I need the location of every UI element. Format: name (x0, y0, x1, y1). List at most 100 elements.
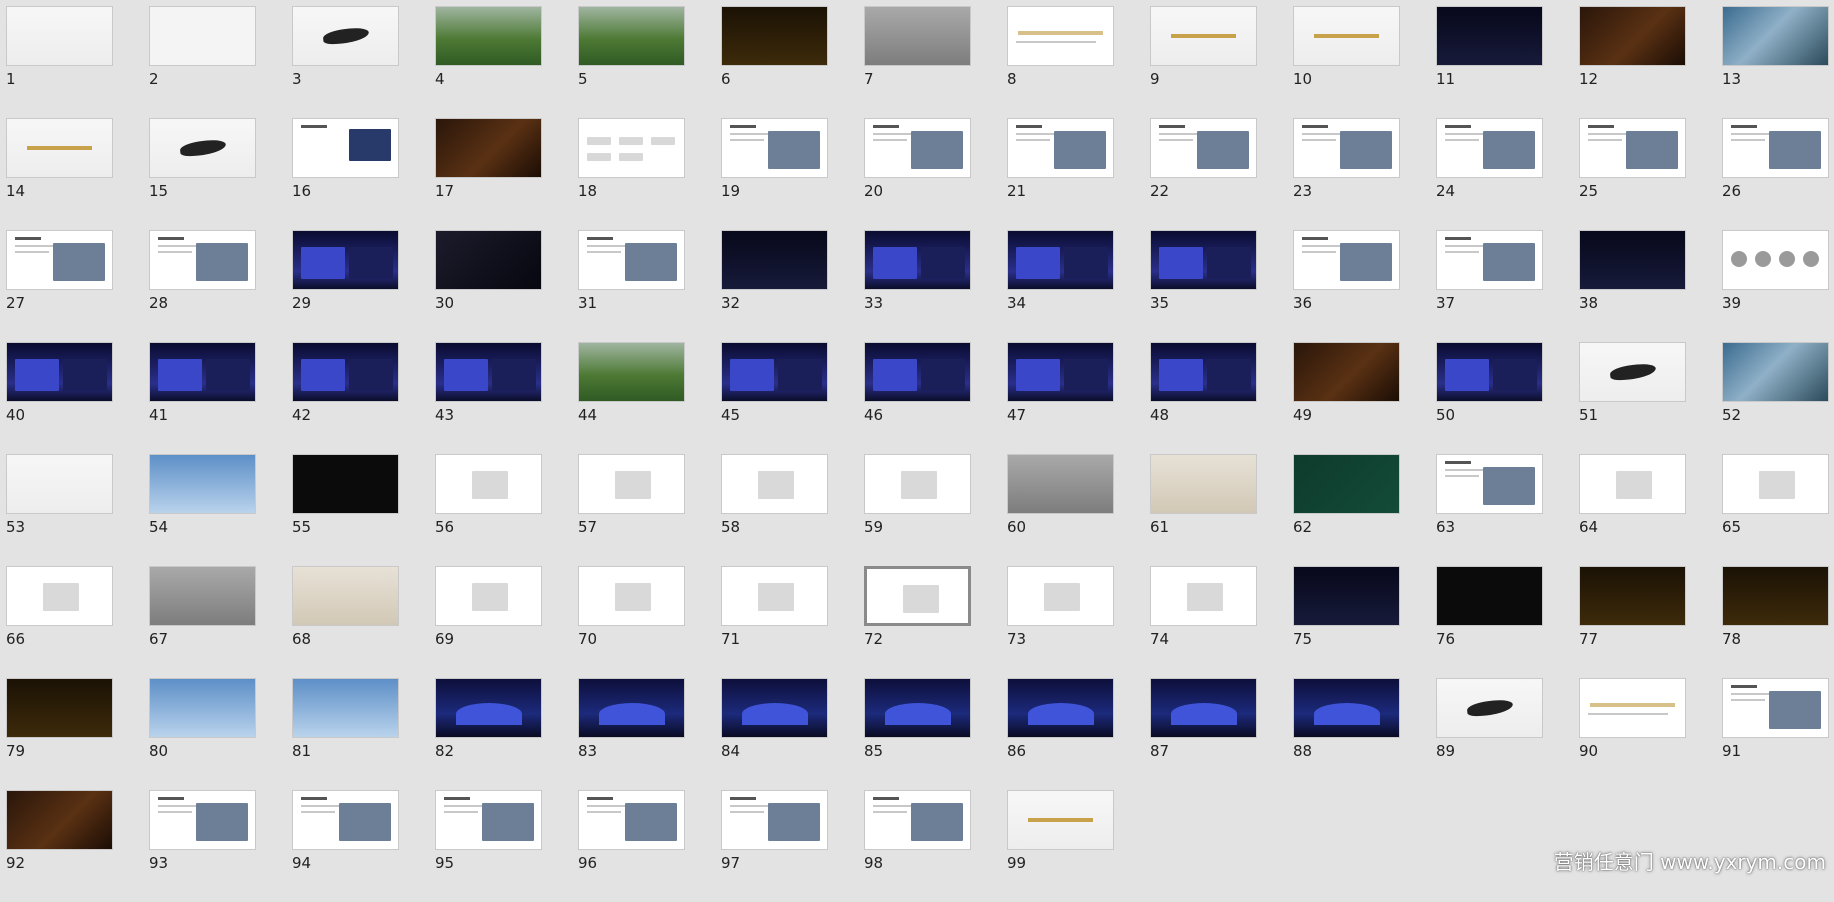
slide-thumbnail[interactable] (1579, 566, 1686, 626)
slide-thumbnail[interactable] (1293, 678, 1400, 738)
slide-thumbnail[interactable] (1007, 6, 1114, 66)
slide-thumbnail[interactable] (435, 6, 542, 66)
slide-thumbnail[interactable] (1436, 566, 1543, 626)
slide-thumbnail[interactable] (721, 678, 828, 738)
slide-thumbnail[interactable] (1150, 118, 1257, 178)
slide-thumbnail[interactable] (578, 678, 685, 738)
slide-thumbnail[interactable] (1007, 678, 1114, 738)
slide-thumbnail[interactable] (1150, 678, 1257, 738)
slide-thumbnail[interactable] (6, 454, 113, 514)
slide-thumbnail[interactable] (149, 678, 256, 738)
slide-thumbnail[interactable] (1579, 678, 1686, 738)
slide-thumbnail[interactable] (864, 230, 971, 290)
slide-thumbnail[interactable] (1150, 230, 1257, 290)
slide-thumbnail[interactable] (149, 790, 256, 850)
slide-thumbnail[interactable] (864, 678, 971, 738)
slide-thumbnail[interactable] (1722, 454, 1829, 514)
slide-thumbnail[interactable] (1007, 342, 1114, 402)
slide-thumbnail[interactable] (435, 342, 542, 402)
slide-thumbnail[interactable] (1293, 6, 1400, 66)
slide-thumbnail[interactable] (435, 566, 542, 626)
slide-thumbnail[interactable] (864, 566, 971, 626)
slide-thumbnail[interactable] (721, 6, 828, 66)
slide-thumbnail[interactable] (1150, 342, 1257, 402)
slide-thumbnail[interactable] (149, 6, 256, 66)
slide-thumbnail[interactable] (1007, 566, 1114, 626)
slide-thumbnail[interactable] (1007, 454, 1114, 514)
slide-thumbnail[interactable] (578, 230, 685, 290)
slide-thumbnail[interactable] (292, 342, 399, 402)
slide-thumbnail[interactable] (435, 790, 542, 850)
slide-thumbnail[interactable] (149, 118, 256, 178)
slide-thumbnail[interactable] (292, 118, 399, 178)
slide-thumbnail[interactable] (721, 118, 828, 178)
slide-thumbnail[interactable] (1436, 342, 1543, 402)
slide-thumbnail[interactable] (578, 566, 685, 626)
slide-thumbnail[interactable] (864, 790, 971, 850)
slide-thumbnail[interactable] (1436, 230, 1543, 290)
slide-thumbnail[interactable] (1007, 790, 1114, 850)
slide-thumbnail[interactable] (1579, 6, 1686, 66)
slide-thumbnail[interactable] (721, 230, 828, 290)
slide-thumbnail[interactable] (1436, 6, 1543, 66)
slide-thumbnail[interactable] (435, 230, 542, 290)
slide-thumbnail[interactable] (1007, 118, 1114, 178)
slide-thumbnail[interactable] (1579, 230, 1686, 290)
slide-thumbnail[interactable] (1150, 454, 1257, 514)
slide-thumbnail[interactable] (149, 566, 256, 626)
slide-thumbnail[interactable] (1722, 678, 1829, 738)
slide-number: 20 (864, 182, 884, 200)
slide-thumbnail[interactable] (292, 230, 399, 290)
slide-thumbnail[interactable] (1722, 342, 1829, 402)
slide-thumbnail[interactable] (1579, 454, 1686, 514)
slide-thumbnail[interactable] (864, 454, 971, 514)
slide-thumbnail[interactable] (435, 118, 542, 178)
slide-thumbnail[interactable] (6, 342, 113, 402)
slide-thumbnail[interactable] (1722, 118, 1829, 178)
slide-thumbnail[interactable] (578, 342, 685, 402)
slide-thumbnail[interactable] (149, 342, 256, 402)
slide-thumbnail[interactable] (1579, 342, 1686, 402)
slide-thumbnail[interactable] (1293, 454, 1400, 514)
slide-thumbnail[interactable] (1436, 454, 1543, 514)
slide-thumbnail[interactable] (1293, 566, 1400, 626)
slide-thumbnail[interactable] (149, 230, 256, 290)
slide-thumbnail[interactable] (292, 790, 399, 850)
slide-thumbnail[interactable] (1436, 118, 1543, 178)
slide-thumbnail[interactable] (1722, 566, 1829, 626)
slide-thumbnail[interactable] (1007, 230, 1114, 290)
slide-thumbnail[interactable] (1579, 118, 1686, 178)
slide-thumbnail[interactable] (864, 118, 971, 178)
slide-thumbnail[interactable] (721, 342, 828, 402)
slide-thumbnail[interactable] (435, 454, 542, 514)
slide-thumbnail[interactable] (1150, 566, 1257, 626)
slide-thumbnail[interactable] (6, 678, 113, 738)
slide-thumbnail[interactable] (435, 678, 542, 738)
slide-thumbnail[interactable] (6, 118, 113, 178)
slide-thumbnail[interactable] (721, 790, 828, 850)
slide-thumbnail[interactable] (1293, 342, 1400, 402)
slide-thumbnail[interactable] (864, 342, 971, 402)
slide-thumbnail[interactable] (1436, 678, 1543, 738)
slide-thumbnail[interactable] (292, 678, 399, 738)
slide-thumbnail[interactable] (578, 790, 685, 850)
slide-thumbnail[interactable] (292, 566, 399, 626)
slide-thumbnail[interactable] (6, 230, 113, 290)
slide-thumbnail[interactable] (721, 454, 828, 514)
slide-thumbnail[interactable] (292, 6, 399, 66)
slide-thumbnail[interactable] (578, 6, 685, 66)
slide-thumbnail[interactable] (6, 790, 113, 850)
slide-thumbnail[interactable] (1722, 230, 1829, 290)
slide-thumbnail[interactable] (578, 454, 685, 514)
slide-thumbnail[interactable] (1293, 230, 1400, 290)
slide-thumbnail[interactable] (6, 6, 113, 66)
slide-thumbnail[interactable] (721, 566, 828, 626)
slide-thumbnail[interactable] (149, 454, 256, 514)
slide-thumbnail[interactable] (6, 566, 113, 626)
slide-thumbnail[interactable] (1150, 6, 1257, 66)
slide-thumbnail[interactable] (578, 118, 685, 178)
slide-thumbnail[interactable] (864, 6, 971, 66)
slide-thumbnail[interactable] (292, 454, 399, 514)
slide-thumbnail[interactable] (1722, 6, 1829, 66)
slide-thumbnail[interactable] (1293, 118, 1400, 178)
